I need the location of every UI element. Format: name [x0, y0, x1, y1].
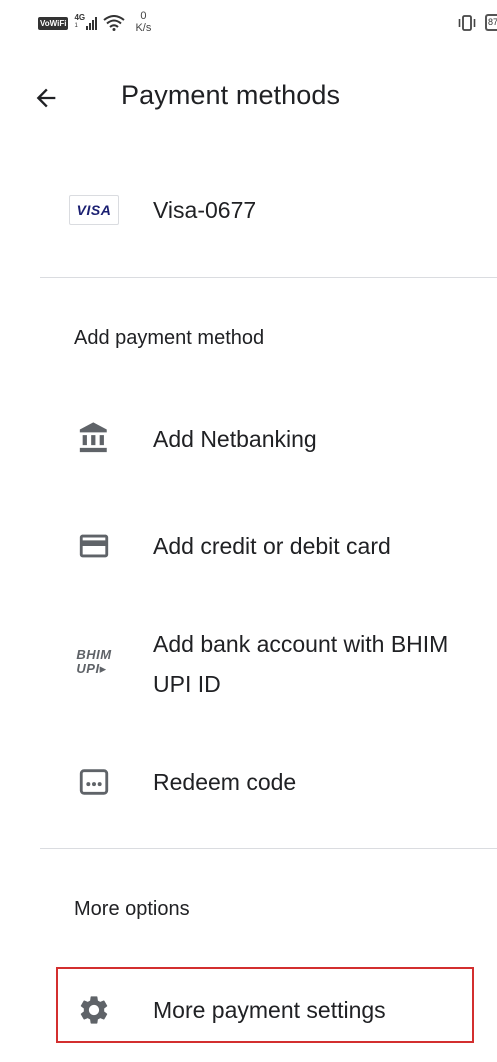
card-icon-wrap — [66, 529, 122, 563]
section-heading-add: Add payment method — [74, 327, 265, 349]
network-speed: 0 K/s — [135, 10, 151, 34]
add-card-label: Add credit or debit card — [153, 533, 391, 559]
redeem-code-item[interactable]: Redeem code — [0, 762, 497, 804]
redeem-icon-wrap — [66, 765, 122, 799]
arrow-back-icon — [36, 88, 56, 108]
add-bhim-upi-label: Add bank account with BHIM UPI ID — [153, 631, 449, 697]
bank-icon — [79, 422, 107, 453]
wifi-icon — [103, 15, 126, 31]
upi-logo-text: UPI — [76, 661, 100, 676]
status-bar: VoWiFi 4G 1 0 K/s 87 — [0, 0, 497, 48]
saved-method-visa[interactable]: VISA Visa-0677 — [0, 190, 497, 232]
credit-card-icon — [79, 534, 109, 558]
back-button[interactable] — [26, 78, 66, 118]
app-bar: Payment methods — [0, 60, 497, 132]
divider — [40, 277, 497, 278]
section-heading-more: More options — [74, 898, 190, 920]
speed-value: 0 — [140, 10, 147, 22]
visa-label: Visa-0677 — [153, 197, 257, 223]
add-card-item[interactable]: Add credit or debit card — [0, 526, 497, 568]
battery-icon: 87 — [485, 14, 497, 31]
page-title: Payment methods — [121, 80, 341, 110]
bhim-logo-text: BHIM — [76, 647, 112, 662]
network-type: 4G — [74, 13, 86, 22]
visa-logo-wrap: VISA — [66, 195, 122, 225]
redeem-code-label: Redeem code — [153, 769, 297, 795]
vibrate-icon — [458, 14, 476, 31]
speed-unit: K/s — [135, 22, 152, 34]
signal-icon: 4G 1 — [74, 13, 98, 30]
highlight-box — [56, 967, 474, 1043]
network-sub: 1 — [74, 23, 78, 29]
add-bhim-upi-item[interactable]: BHIM UPI▸ Add bank account with BHIM UPI… — [0, 624, 497, 704]
add-netbanking-item[interactable]: Add Netbanking — [0, 419, 497, 461]
status-left: VoWiFi 4G 1 0 K/s — [38, 10, 151, 34]
status-right: 87 — [457, 14, 497, 31]
bank-icon-wrap — [66, 421, 122, 455]
add-netbanking-label: Add Netbanking — [153, 426, 317, 452]
divider — [40, 848, 497, 849]
vowifi-badge: VoWiFi — [38, 16, 69, 30]
visa-card-icon: VISA — [69, 195, 119, 225]
bhim-upi-icon: BHIM UPI▸ — [76, 647, 112, 676]
redeem-code-icon — [79, 769, 109, 795]
